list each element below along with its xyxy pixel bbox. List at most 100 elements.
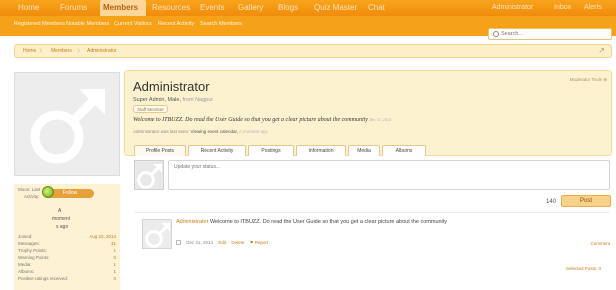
last-activity-value-2: moment xyxy=(52,216,71,222)
breadcrumb-home[interactable]: Home xyxy=(23,48,36,54)
sidebar-stat-value[interactable]: 1 xyxy=(113,248,116,253)
last-seen-time: A moment ago xyxy=(239,129,269,134)
sidebar-stat-row: Albums: 1 xyxy=(18,269,116,275)
sub-link-registered-members[interactable]: Registered Members xyxy=(14,21,65,27)
breadcrumb-members[interactable]: Members xyxy=(51,48,72,54)
profile-from-label: from xyxy=(182,97,194,103)
tab-information[interactable]: Information xyxy=(296,145,346,156)
post-delete-link[interactable]: Delete xyxy=(231,240,244,245)
sub-link-search-members[interactable]: Search Members xyxy=(200,21,242,27)
status-update-box xyxy=(168,160,610,190)
tab-forums[interactable]: Forums xyxy=(60,0,87,16)
profile-header: Administrator Super Admin, Male, from Na… xyxy=(124,70,612,156)
tab-albums[interactable]: Albums xyxy=(382,145,426,156)
sidebar-stat-label: Positive ratings received: xyxy=(18,276,69,281)
post-report-link[interactable]: Report xyxy=(255,240,269,245)
tab-postings[interactable]: Postings xyxy=(248,145,294,156)
sidebar-stat-row: Messages: 31 xyxy=(18,241,116,247)
sub-link-notable-members[interactable]: Notable Members xyxy=(66,21,109,27)
tab-profile-posts[interactable]: Profile Posts xyxy=(134,145,186,156)
post-edit-link[interactable]: Edit xyxy=(218,240,226,245)
character-counter: 140 xyxy=(546,199,557,205)
last-activity-value-1: A xyxy=(58,208,62,214)
inbox-link[interactable]: Inbox xyxy=(554,0,571,16)
profile-name: Administrator xyxy=(133,79,210,94)
online-status-icon xyxy=(42,186,54,198)
male-symbol-icon xyxy=(137,164,162,189)
profile-status-date: Dec 31, 2014 xyxy=(369,117,391,122)
tab-resources[interactable]: Resources xyxy=(152,0,190,16)
last-activity-value-3: s ago xyxy=(56,224,69,230)
post-meta: Dec 31, 2014 Edit Delete ⚑Report xyxy=(176,240,268,246)
tab-chat[interactable]: Chat xyxy=(368,0,385,16)
tab-gallery[interactable]: Gallery xyxy=(238,0,263,16)
status-update-input[interactable] xyxy=(169,161,609,189)
sidebar-stat-row: Positive ratings received: 0 xyxy=(18,276,116,282)
tab-recent-activity[interactable]: Recent Activity xyxy=(188,145,246,156)
follow-label: Follow xyxy=(62,190,78,196)
sidebar-stat-value[interactable]: 1 xyxy=(113,269,116,274)
profile-status-text: Welcome to ITBUZZ. Do read the User Guid… xyxy=(133,117,368,123)
sidebar-stat-row: Joined: Aug 23, 2014 xyxy=(18,234,116,240)
profile-post: Administrator Welcome to ITBUZZ. Do read… xyxy=(134,212,610,249)
flag-icon: ⚑ xyxy=(249,240,254,245)
sidebar-stat-value[interactable]: 1 xyxy=(113,262,116,267)
breadcrumb: Home › Members › Administrator ↗ xyxy=(14,44,612,58)
sidebar-stat-label: Warning Points: xyxy=(18,255,50,260)
tab-media[interactable]: Media xyxy=(348,145,380,156)
breadcrumb-administrator[interactable]: Administrator xyxy=(87,48,116,54)
sidebar-stat-value[interactable]: 31 xyxy=(111,241,116,246)
sidebar-stat-label: Trophy Points: xyxy=(18,248,47,253)
post-button-label: Post xyxy=(579,198,592,204)
profile-location[interactable]: Nagpur xyxy=(195,97,213,103)
last-activity-label-2: Activity: xyxy=(24,194,40,199)
tab-quiz-master[interactable]: Quiz Master xyxy=(314,0,357,16)
top-navigation: Home Forums Members Resources Events Gal… xyxy=(0,0,616,16)
alerts-link[interactable]: Alerts xyxy=(584,0,602,16)
post-comment-link[interactable]: Comment xyxy=(590,241,610,246)
sidebar-stat-value: Aug 23, 2014 xyxy=(89,234,116,239)
post-text: Welcome to ITBUZZ. Do read the User Guid… xyxy=(209,219,448,225)
post-select-checkbox[interactable] xyxy=(176,240,181,246)
sidebar-stat-label: Messages: xyxy=(18,241,40,246)
last-seen-prefix: Administrator was last seen: xyxy=(133,129,190,134)
tab-home[interactable]: Home xyxy=(18,0,39,16)
male-symbol-icon xyxy=(30,89,105,164)
sub-link-recent-activity[interactable]: Recent Activity xyxy=(158,21,194,27)
moderator-tools-label: Moderator Tools xyxy=(569,77,602,82)
tab-members[interactable]: Members xyxy=(100,0,146,16)
breadcrumb-separator-icon: › xyxy=(39,45,43,56)
sidebar-stat-label: Media: xyxy=(18,262,32,267)
sidebar-stat-label: Joined: xyxy=(18,234,33,239)
jump-menu-icon[interactable]: ↗ xyxy=(598,46,605,55)
tab-events[interactable]: Events xyxy=(200,0,224,16)
moderator-tools-menu[interactable]: Moderator Tools ⊕ xyxy=(570,77,607,83)
profile-title: Super Admin, Male, xyxy=(133,97,181,103)
post-author[interactable]: Administrator xyxy=(176,219,208,225)
account-menu[interactable]: Administrator xyxy=(492,0,533,16)
tab-blogs[interactable]: Blogs xyxy=(278,0,298,16)
search-icon xyxy=(493,31,499,37)
post-button[interactable]: Post xyxy=(561,195,611,207)
sidebar-stat-row: Trophy Points: 1 xyxy=(18,248,116,254)
sidebar-stat-value[interactable]: 0 xyxy=(113,276,116,281)
staff-member-badge: Staff Member xyxy=(133,105,168,113)
sidebar-stat-value[interactable]: 0 xyxy=(113,255,116,260)
selected-posts-indicator[interactable]: Selected Posts: 0 xyxy=(566,266,601,271)
post-body: Administrator Welcome to ITBUZZ. Do read… xyxy=(176,219,447,225)
sidebar-stat-label: Albums: xyxy=(18,269,35,274)
last-seen-activity[interactable]: Viewing event calendar, xyxy=(191,129,238,134)
search-box[interactable] xyxy=(488,28,612,40)
sidebar-stat-row: Warning Points: 0 xyxy=(18,255,116,261)
search-input[interactable] xyxy=(501,29,609,39)
profile-avatar xyxy=(14,72,120,176)
profile-status: Welcome to ITBUZZ. Do read the User Guid… xyxy=(133,117,391,123)
breadcrumb-separator-icon: › xyxy=(77,45,81,56)
last-seen: Administrator was last seen: Viewing eve… xyxy=(133,129,268,134)
post-author-avatar[interactable] xyxy=(142,219,172,249)
member-sidebar: Moon: Last Activity: Follow A moment s a… xyxy=(14,184,120,290)
male-symbol-icon xyxy=(145,223,170,248)
sub-link-current-visitors[interactable]: Current Visitors xyxy=(114,21,152,27)
own-avatar xyxy=(134,160,164,190)
last-activity-label: Moon: Last xyxy=(18,187,41,192)
